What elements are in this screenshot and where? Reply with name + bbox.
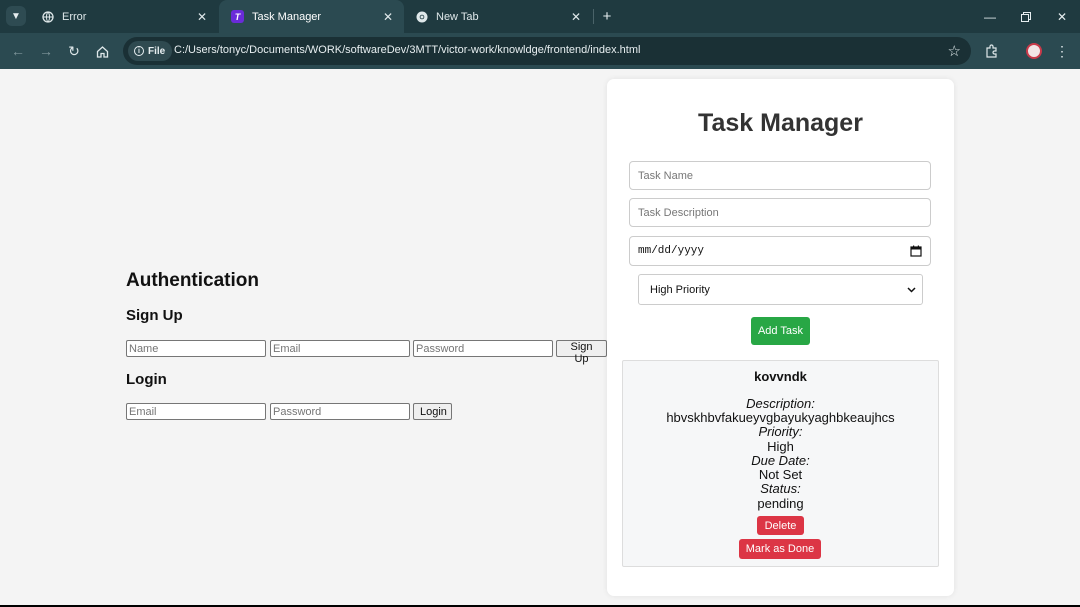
priority-select[interactable]: High Priority: [638, 274, 923, 305]
signup-heading: Sign Up: [126, 307, 183, 324]
close-icon[interactable]: ✕: [194, 9, 210, 25]
url-text[interactable]: C:/Users/tonyc/Documents/WORK/softwareDe…: [174, 44, 640, 56]
task-manager-card: Task Manager mm/dd/yyyy High Priority Ad…: [607, 79, 954, 596]
login-heading: Login: [126, 371, 167, 388]
more-vertical-icon: ⋮: [1055, 43, 1069, 59]
mark-done-button[interactable]: Mark as Done: [739, 539, 821, 559]
browser-toolbar: ← → ↻ i File C:/Users/tonyc/Documents/WO…: [0, 33, 1080, 69]
login-button[interactable]: Login: [413, 403, 452, 420]
tab-task-manager[interactable]: T Task Manager ✕: [219, 0, 404, 33]
task-name-input[interactable]: [629, 161, 931, 190]
status-label: Status:: [760, 481, 801, 496]
puzzle-icon: [986, 44, 997, 58]
minimize-button[interactable]: —: [972, 0, 1008, 33]
restore-icon: [1021, 11, 1031, 22]
tab-new-tab[interactable]: New Tab ✕: [404, 0, 592, 33]
info-icon: i: [134, 46, 144, 56]
tab-label: Error: [62, 10, 87, 23]
tab-label: Task Manager: [252, 10, 322, 23]
tab-divider: [593, 9, 594, 24]
chevron-down-icon: [907, 286, 916, 293]
chevron-down-icon: ▼: [11, 10, 21, 22]
tab-label: New Tab: [436, 10, 479, 23]
task-description: hbvskhbvfakueyvgbayukyaghbkeaujhcs: [666, 410, 895, 425]
close-icon[interactable]: ✕: [380, 9, 396, 25]
chrome-icon: [416, 11, 428, 23]
menu-button[interactable]: ⋮: [1052, 41, 1072, 61]
task-description-input[interactable]: [629, 198, 931, 227]
profile-button[interactable]: [1024, 41, 1044, 61]
minimize-icon: —: [984, 9, 996, 24]
due-date-label: Due Date:: [751, 453, 810, 468]
site-info-chip[interactable]: i File: [128, 41, 173, 61]
close-icon[interactable]: ✕: [568, 9, 584, 25]
task-status: pending: [757, 496, 804, 511]
plus-icon: +: [602, 7, 612, 25]
task-item: kovvndk Description: hbvskhbvfakueyvgbay…: [622, 360, 939, 567]
reload-button[interactable]: ↻: [64, 41, 84, 61]
calendar-icon[interactable]: [910, 245, 922, 257]
signup-button[interactable]: Sign Up: [556, 340, 607, 365]
signup-name-input[interactable]: [126, 340, 266, 357]
login-email-input[interactable]: [126, 403, 266, 420]
scheme-label: File: [148, 45, 166, 57]
arrow-right-icon: →: [39, 43, 53, 59]
address-bar[interactable]: i File C:/Users/tonyc/Documents/WORK/sof…: [123, 37, 971, 65]
tab-search-button[interactable]: ▼: [6, 6, 26, 26]
browser-tab-strip: ▼ Error ✕ T Task Manager ✕ New Tab ✕ + —…: [0, 0, 1080, 33]
restore-button[interactable]: [1008, 0, 1044, 33]
avatar: [1026, 43, 1042, 59]
priority-label: Priority:: [758, 424, 803, 439]
date-placeholder: mm/dd/yyyy: [638, 245, 705, 257]
task-due-date: Not Set: [758, 467, 803, 482]
login-password-input[interactable]: [270, 403, 410, 420]
extensions-button[interactable]: [982, 41, 1002, 61]
description-label: Description:: [746, 396, 815, 411]
task-manager-title: Task Manager: [698, 109, 863, 137]
back-button[interactable]: ←: [8, 41, 28, 61]
signup-password-input[interactable]: [413, 340, 553, 357]
page-content: Authentication Sign Up Sign Up Login Log…: [0, 69, 1080, 605]
globe-icon: [42, 10, 54, 23]
delete-task-button[interactable]: Delete: [757, 516, 804, 535]
bookmark-star-icon[interactable]: ☆: [948, 42, 961, 60]
arrow-left-icon: ←: [11, 43, 25, 59]
tab-error[interactable]: Error ✕: [30, 0, 218, 33]
task-name: kovvndk: [754, 369, 807, 384]
favicon-letter: T: [234, 11, 241, 22]
priority-selected-value: High Priority: [650, 283, 710, 296]
auth-title: Authentication: [126, 270, 259, 291]
home-button[interactable]: [92, 41, 112, 61]
close-window-button[interactable]: ✕: [1044, 0, 1080, 33]
add-task-button[interactable]: Add Task: [751, 317, 810, 345]
close-icon: ✕: [1056, 9, 1068, 24]
forward-button[interactable]: →: [36, 41, 56, 61]
reload-icon: ↻: [68, 42, 80, 59]
home-icon: [96, 45, 108, 58]
new-tab-button[interactable]: +: [598, 7, 616, 25]
signup-email-input[interactable]: [270, 340, 410, 357]
due-date-input[interactable]: mm/dd/yyyy: [629, 236, 931, 266]
task-priority: High: [767, 439, 794, 454]
task-manager-favicon: T: [231, 10, 244, 23]
